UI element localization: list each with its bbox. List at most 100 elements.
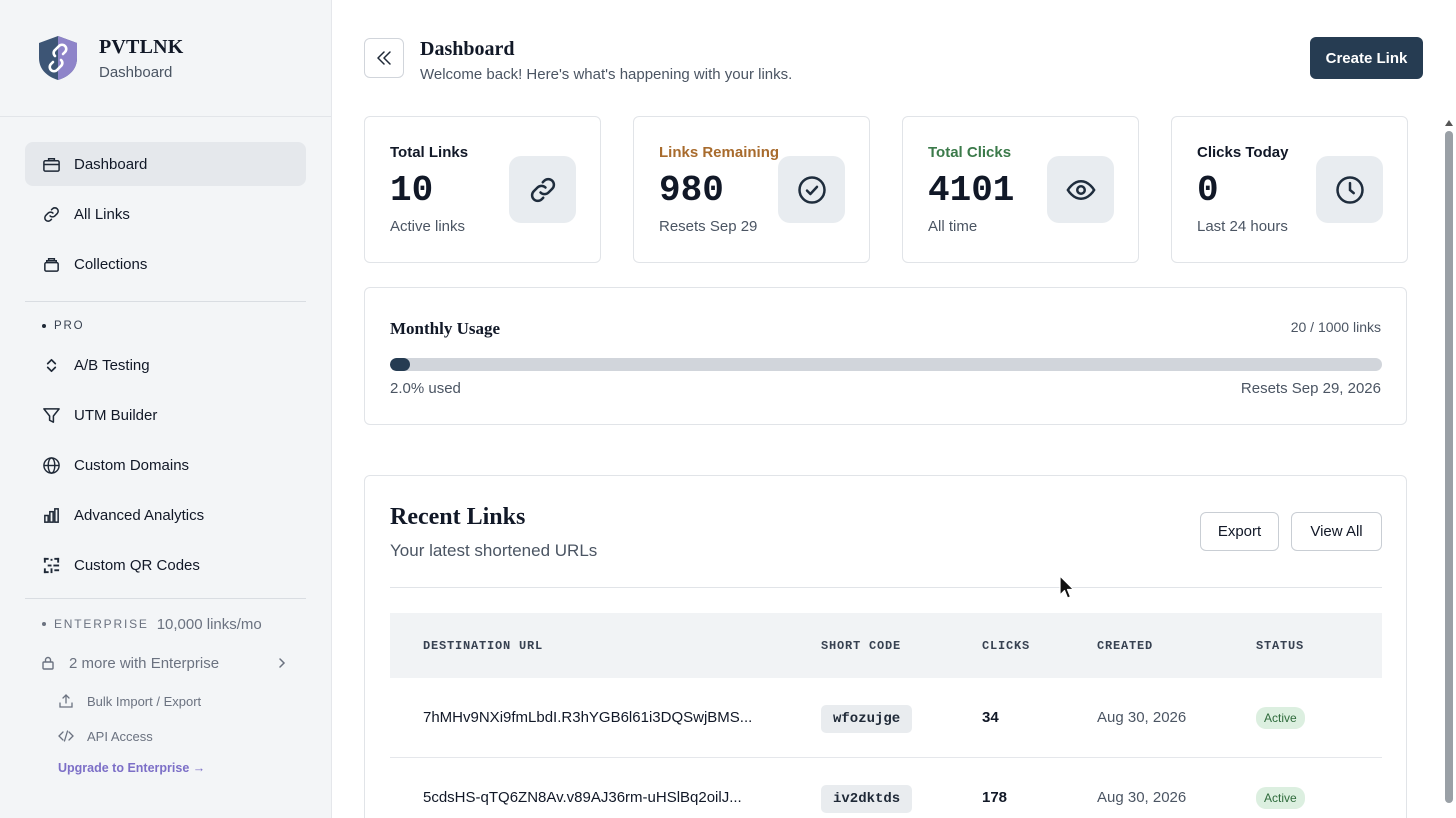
sidebar-item-label: Bulk Import / Export bbox=[87, 693, 202, 709]
sidebar-item-label: API Access bbox=[87, 728, 153, 744]
clicks-count: 178 bbox=[982, 789, 1008, 806]
stat-title: Total Links bbox=[390, 144, 469, 161]
stat-caption: Resets Sep 29 bbox=[659, 218, 758, 235]
bar-chart-icon bbox=[41, 505, 61, 525]
export-button[interactable]: Export bbox=[1200, 512, 1279, 551]
page-subtitle: Welcome back! Here's what's happening wi… bbox=[420, 66, 793, 83]
sidebar-item-utm-builder[interactable]: UTM Builder bbox=[25, 393, 306, 437]
collections-icon bbox=[41, 254, 61, 274]
column-header-created[interactable]: CREATED bbox=[1097, 639, 1153, 653]
stat-card-total-links: Total Links 10 Active links bbox=[364, 116, 601, 263]
short-code[interactable]: wfozujge bbox=[821, 704, 913, 733]
link-icon bbox=[41, 204, 61, 224]
stat-title: Links Remaining bbox=[659, 144, 780, 161]
sidebar-item-collections[interactable]: Collections bbox=[25, 242, 306, 286]
enterprise-section-label: ENTERPRISE 10,000 links/mo bbox=[0, 613, 331, 635]
short-code[interactable]: iv2dktds bbox=[821, 784, 913, 813]
column-header-short-code[interactable]: SHORT CODE bbox=[821, 639, 901, 653]
sidebar-divider bbox=[25, 598, 306, 599]
stat-title: Clicks Today bbox=[1197, 144, 1289, 161]
scroll-up-arrow-icon[interactable] bbox=[1444, 120, 1453, 126]
status-badge: Active bbox=[1256, 786, 1305, 809]
sidebar-item-ab-testing[interactable]: A/B Testing bbox=[25, 343, 306, 387]
main-nav: Dashboard All Links Collections bbox=[0, 117, 331, 286]
funnel-icon bbox=[41, 405, 61, 425]
stat-value: 10 bbox=[390, 170, 434, 211]
recent-links-title: Recent Links bbox=[390, 504, 526, 530]
sidebar-divider bbox=[25, 301, 306, 302]
scroll-thumb[interactable] bbox=[1444, 131, 1453, 803]
view-all-button[interactable]: View All bbox=[1291, 512, 1382, 551]
stat-value: 0 bbox=[1197, 170, 1219, 211]
page-header: Dashboard Welcome back! Here's what's ha… bbox=[364, 38, 792, 83]
main-content: Dashboard Welcome back! Here's what's ha… bbox=[332, 0, 1456, 818]
table-row[interactable]: 5cdsHS-qTQ6ZN8Av.v89AJ36rm-uHSlBq2oilJ..… bbox=[390, 758, 1382, 818]
sidebar-item-label: Custom QR Codes bbox=[74, 556, 200, 574]
recent-links-card: Recent Links Your latest shortened URLs … bbox=[364, 475, 1407, 818]
monthly-usage-card: Monthly Usage 20 / 1000 links 2.0% used … bbox=[364, 287, 1407, 425]
collapse-sidebar-button[interactable] bbox=[364, 38, 404, 78]
create-link-button[interactable]: Create Link bbox=[1310, 37, 1423, 79]
destination-url[interactable]: 5cdsHS-qTQ6ZN8Av.v89AJ36rm-uHSlBq2oilJ..… bbox=[423, 789, 742, 806]
sidebar-item-custom-domains[interactable]: Custom Domains bbox=[25, 443, 306, 487]
status-badge-label: Active bbox=[1256, 706, 1305, 729]
sidebar-item-label: Advanced Analytics bbox=[74, 506, 205, 524]
stat-card-links-remaining: Links Remaining 980 Resets Sep 29 bbox=[633, 116, 870, 263]
sidebar-item-label: Custom Domains bbox=[74, 456, 190, 474]
sidebar-item-label: Collections bbox=[74, 255, 148, 273]
sidebar-item-dashboard[interactable]: Dashboard bbox=[25, 142, 306, 186]
double-chevron-left-icon bbox=[377, 51, 391, 65]
usage-used-label: 2.0% used bbox=[390, 380, 461, 397]
table-row[interactable]: 7hMHv9NXi9fmLbdI.R3hYGB6l61i3DQSwjBMS...… bbox=[390, 678, 1382, 758]
globe-icon bbox=[41, 455, 61, 475]
sidebar-item-label: Dashboard bbox=[74, 155, 148, 173]
usage-reset-label: Resets Sep 29, 2026 bbox=[1240, 380, 1381, 397]
stat-value: 980 bbox=[659, 170, 724, 211]
pro-label: PRO bbox=[54, 320, 85, 332]
upload-icon bbox=[59, 694, 73, 708]
column-header-clicks[interactable]: CLICKS bbox=[982, 639, 1030, 653]
page-title: Dashboard bbox=[420, 38, 515, 60]
sidebar: PVTLNK Dashboard Dashboard All Links Col… bbox=[0, 0, 332, 818]
column-header-destination[interactable]: DESTINATION URL bbox=[423, 639, 543, 653]
eye-icon bbox=[1047, 156, 1114, 223]
sidebar-item-api-access[interactable]: API Access bbox=[0, 726, 331, 746]
stat-title: Total Clicks bbox=[928, 144, 1012, 161]
upgrade-link[interactable]: Upgrade to Enterprise → bbox=[0, 761, 331, 775]
enterprise-count: 10,000 links/mo bbox=[156, 615, 262, 633]
short-code-pill: iv2dktds bbox=[821, 784, 913, 813]
recent-links-table: DESTINATION URL SHORT CODE CLICKS CREATE… bbox=[390, 613, 1382, 818]
chevron-right-icon bbox=[279, 658, 286, 668]
bullet-dot bbox=[42, 324, 46, 328]
lock-icon bbox=[42, 656, 54, 670]
table-header: DESTINATION URL SHORT CODE CLICKS CREATE… bbox=[390, 613, 1382, 678]
sidebar-item-label: UTM Builder bbox=[74, 406, 158, 424]
more-enterprise-toggle[interactable]: 2 more with Enterprise bbox=[25, 650, 306, 676]
clock-icon bbox=[1316, 156, 1383, 223]
qr-icon bbox=[41, 555, 61, 575]
page-scrollbar[interactable] bbox=[1444, 120, 1453, 810]
stat-card-clicks-today: Clicks Today 0 Last 24 hours bbox=[1171, 116, 1408, 263]
recent-links-subtitle: Your latest shortened URLs bbox=[390, 541, 598, 560]
briefcase-icon bbox=[41, 154, 61, 174]
created-date: Aug 30, 2026 bbox=[1097, 709, 1187, 726]
mouse-cursor-icon bbox=[1059, 575, 1075, 599]
sidebar-item-advanced-analytics[interactable]: Advanced Analytics bbox=[25, 493, 306, 537]
sidebar-item-all-links[interactable]: All Links bbox=[25, 192, 306, 236]
stat-caption: Active links bbox=[390, 218, 466, 235]
sidebar-item-label: All Links bbox=[74, 205, 130, 223]
more-enterprise-label: 2 more with Enterprise bbox=[69, 654, 220, 672]
destination-url[interactable]: 7hMHv9NXi9fmLbdI.R3hYGB6l61i3DQSwjBMS... bbox=[423, 709, 752, 726]
stat-card-total-clicks: Total Clicks 4101 All time bbox=[902, 116, 1139, 263]
usage-progress-fill bbox=[390, 358, 410, 371]
usage-title: Monthly Usage bbox=[390, 319, 501, 338]
status-badge-label: Active bbox=[1256, 786, 1305, 809]
usage-count: 20 / 1000 links bbox=[1290, 319, 1381, 335]
sidebar-item-bulk-import[interactable]: Bulk Import / Export bbox=[0, 691, 331, 711]
column-header-status[interactable]: STATUS bbox=[1256, 639, 1304, 653]
brand[interactable]: PVTLNK Dashboard bbox=[0, 0, 331, 117]
sidebar-item-custom-qr-codes[interactable]: Custom QR Codes bbox=[25, 543, 306, 587]
check-circle-icon bbox=[778, 156, 845, 223]
updown-icon bbox=[41, 355, 61, 375]
brand-subtitle: Dashboard bbox=[99, 63, 173, 81]
